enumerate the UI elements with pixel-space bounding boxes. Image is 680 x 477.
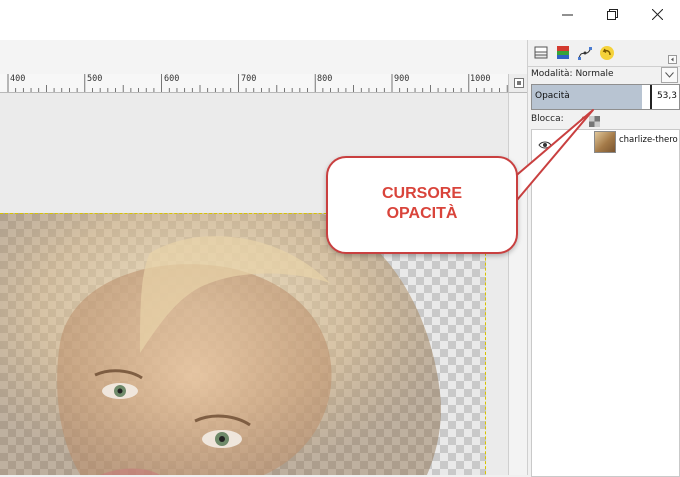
ruler-tick-label: 800 [317,74,333,84]
callout-line-2: OPACITÀ [386,205,458,222]
checkerboard-icon [589,116,600,127]
restore-icon [606,8,618,20]
layer-mode-row: Modalità: Normale [531,67,678,83]
lock-row: Blocca: [531,112,678,128]
opacity-label: Opacità [535,91,570,101]
opacity-cursor[interactable] [650,85,652,109]
eye-icon [538,141,552,149]
horizontal-ruler[interactable]: 400 500 600 700 800 900 1000 [0,74,508,93]
paths-icon [578,47,592,60]
restore-button[interactable] [589,0,635,28]
ruler-tick-label: 400 [10,74,26,84]
undo-history-icon [600,46,614,60]
navigate-icon [513,78,524,88]
lock-label: Blocca: [531,114,564,124]
callout-arrow-joint [500,178,512,206]
annotation-callout: CURSORE OPACITÀ [326,156,518,254]
layers-icon [534,46,548,59]
layer-row[interactable]: charlize-thero [532,130,679,154]
close-button[interactable] [634,0,680,28]
tab-undo-history[interactable] [597,43,617,63]
layers-dock: Modalità: Normale Opacità 53,3 Blocca: c… [527,40,680,477]
dock-tabs [528,40,680,67]
callout-text: CURSORE OPACITÀ [328,184,516,224]
vertical-scrollbar[interactable] [508,93,528,475]
minimize-icon [561,14,573,15]
opacity-value[interactable]: 53,3 [657,91,677,101]
canvas-viewport[interactable] [0,93,508,475]
lock-alpha-toggle[interactable] [589,112,600,127]
ruler-tick-label: 600 [164,74,180,84]
tab-paths[interactable] [575,43,595,63]
image-window: 400 500 600 700 800 900 1000 [0,40,528,475]
ruler-tick-label: 700 [241,74,257,84]
close-icon [651,8,663,20]
dock-menu-button[interactable] [668,49,677,68]
minimize-button[interactable] [544,0,590,28]
layers-list[interactable]: charlize-thero [531,129,680,477]
opacity-slider[interactable]: Opacità 53,3 [531,84,680,110]
layer-mode-dropdown[interactable] [661,67,678,83]
window-titlebar [0,0,680,40]
navigate-button[interactable] [508,74,528,93]
paintbrush-icon [575,116,585,127]
tab-channels[interactable] [553,43,573,63]
layer-chain-toggle[interactable] [555,130,591,152]
layer-thumbnail [594,131,616,153]
layer-mode-label: Modalità: Normale [531,69,614,79]
chevron-left-icon [668,55,677,64]
callout-line-1: CURSORE [381,185,462,202]
tab-layers[interactable] [531,43,551,63]
ruler-tick-label: 900 [394,74,410,84]
channels-icon [557,46,569,59]
canvas-toolbar-area [0,40,527,75]
layer-name[interactable]: charlize-thero [619,135,678,145]
chevron-down-icon [665,72,674,78]
ruler-tick-label: 500 [87,74,103,84]
layer-visibility-toggle[interactable] [538,135,552,154]
ruler-tick-label: 1000 [470,74,491,84]
